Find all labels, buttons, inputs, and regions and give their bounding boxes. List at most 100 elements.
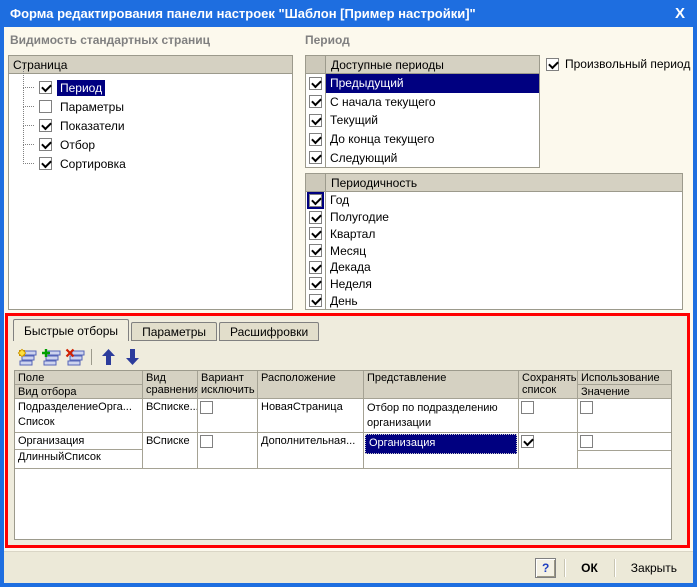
periodicity-header: Периодичность (331, 176, 418, 190)
column-header-save-list: Сохранять список (519, 371, 578, 398)
checkbox[interactable] (309, 244, 322, 258)
list-item[interactable]: До конца текущего (306, 129, 539, 149)
visibility-group-label: Видимость стандартных страниц (10, 33, 211, 47)
periodicity-header-row: Периодичность (306, 174, 682, 192)
checkbox[interactable] (39, 100, 52, 113)
checkbox[interactable] (309, 260, 322, 274)
tree-item-period[interactable]: Период (9, 68, 292, 97)
checkbox[interactable] (39, 81, 52, 94)
tree-item-label: Сортировка (60, 156, 126, 171)
list-item-label: Год (330, 193, 350, 208)
tree-item-sorting[interactable]: Сортировка (9, 144, 292, 173)
checkbox[interactable] (309, 76, 322, 90)
checkbox[interactable] (546, 57, 559, 71)
checkbox[interactable] (307, 191, 324, 209)
checkbox[interactable] (309, 277, 322, 291)
cell-location[interactable]: Дополнительная... (258, 433, 364, 468)
cell-filter-kind: Список (18, 416, 55, 428)
separator (564, 558, 566, 577)
filters-table-header: Поле Вид отбора Вид сравнения Вариант ис… (15, 371, 671, 399)
insert-list-item-icon[interactable] (39, 347, 63, 367)
window-title: Форма редактирования панели настроек "Ша… (10, 6, 476, 21)
checkbox[interactable] (200, 401, 213, 414)
checkbox[interactable] (309, 95, 322, 109)
filters-toolbar (15, 346, 144, 368)
move-up-icon[interactable] (96, 347, 120, 367)
list-item[interactable]: С начала текущего (306, 92, 539, 112)
checkbox[interactable] (39, 119, 52, 132)
cell-comparison[interactable]: ВСписке (143, 433, 198, 468)
column-header-exclude: Вариант исключить (198, 371, 258, 398)
list-item-label: Следующий (330, 150, 398, 165)
list-item-label: Текущий (330, 113, 378, 128)
list-item[interactable]: Неделя (306, 275, 682, 293)
cell-comparison[interactable]: ВСписке... (143, 399, 198, 432)
list-item[interactable]: Год (306, 191, 682, 209)
table-row[interactable]: Организация ДлинныйСписок ВСписке Дополн… (15, 433, 671, 469)
list-item[interactable]: Полугодие (306, 208, 682, 226)
arbitrary-period-label: Произвольный период (565, 57, 691, 71)
pages-tree-header: Страница (9, 56, 292, 74)
help-button[interactable]: ? (535, 557, 557, 578)
list-item[interactable]: Квартал (306, 225, 682, 243)
checkbox[interactable] (309, 227, 322, 241)
list-item-label: Месяц (330, 243, 367, 258)
cell-presentation-selected[interactable]: Организация (365, 434, 517, 454)
checkbox[interactable] (39, 157, 52, 170)
cell-presentation[interactable]: Отбор по подразделению организации (364, 399, 519, 432)
arbitrary-period-option[interactable]: Произвольный период (546, 57, 690, 71)
tab-parameters[interactable]: Параметры (131, 322, 218, 341)
checkbox[interactable] (580, 401, 593, 414)
ok-button[interactable]: ОК (573, 558, 606, 578)
list-item[interactable]: Месяц (306, 242, 682, 259)
delete-list-item-icon[interactable] (63, 347, 87, 367)
tree-item-parameters[interactable]: Параметры (9, 87, 292, 116)
tab-decodings[interactable]: Расшифровки (219, 322, 320, 341)
column-header-usage: Использование (578, 371, 671, 385)
checkbox[interactable] (309, 151, 322, 165)
checkbox[interactable] (521, 401, 534, 414)
list-item-label: До конца текущего (330, 132, 435, 147)
checkbox[interactable] (39, 138, 52, 151)
cell-field: ПодразделениеОрга... (18, 401, 132, 413)
tree-item-filter[interactable]: Отбор (9, 125, 292, 154)
checkbox[interactable] (200, 435, 213, 448)
tab-quick-filters[interactable]: Быстрые отборы (13, 319, 130, 341)
available-periods-header-row: Доступные периоды (306, 56, 539, 74)
cell-filter-kind: ДлинныйСписок (18, 451, 101, 463)
cell-location[interactable]: НоваяСтраница (258, 399, 364, 432)
add-list-item-icon[interactable] (15, 347, 39, 367)
close-icon[interactable]: X (675, 6, 685, 21)
button-bar: ? ОК Закрыть (4, 551, 693, 583)
cell-field: Организация (15, 434, 142, 450)
toolbar-separator (91, 349, 92, 365)
column-header-comparison: Вид сравнения (143, 371, 198, 398)
list-item-label: Предыдущий (326, 74, 539, 93)
column-header-filter-kind: Вид отбора (18, 386, 77, 398)
list-item-label: Неделя (330, 276, 372, 291)
tree-item-indicators[interactable]: Показатели (9, 106, 292, 135)
list-item[interactable]: Декада (306, 258, 682, 276)
checkbox[interactable] (309, 210, 322, 224)
checkbox[interactable] (309, 132, 322, 146)
tree-item-label: Параметры (60, 99, 124, 114)
tree-item-label: Отбор (60, 137, 96, 152)
checkbox[interactable] (309, 294, 322, 308)
table-row[interactable]: ПодразделениеОрга... Список ВСписке... Н… (15, 399, 671, 433)
checkbox-column-header (306, 174, 326, 191)
column-header-value: Значение (581, 386, 630, 398)
quick-filters-panel: Быстрые отборы Параметры Расшифровки Пол… (5, 313, 690, 548)
list-item[interactable]: Текущий (306, 111, 539, 130)
checkbox[interactable] (521, 435, 534, 448)
list-item[interactable]: Следующий (306, 148, 539, 167)
list-item[interactable]: Предыдущий (306, 74, 539, 93)
close-button[interactable]: Закрыть (623, 558, 685, 578)
checkbox[interactable] (309, 113, 322, 127)
checkbox[interactable] (580, 435, 593, 448)
filters-table: Поле Вид отбора Вид сравнения Вариант ис… (14, 370, 672, 540)
available-periods-list: Доступные периоды Предыдущий С начала те… (305, 55, 540, 168)
list-item-label: Квартал (330, 226, 376, 241)
list-item[interactable]: День (306, 292, 682, 310)
move-down-icon[interactable] (120, 347, 144, 367)
separator (613, 558, 615, 577)
